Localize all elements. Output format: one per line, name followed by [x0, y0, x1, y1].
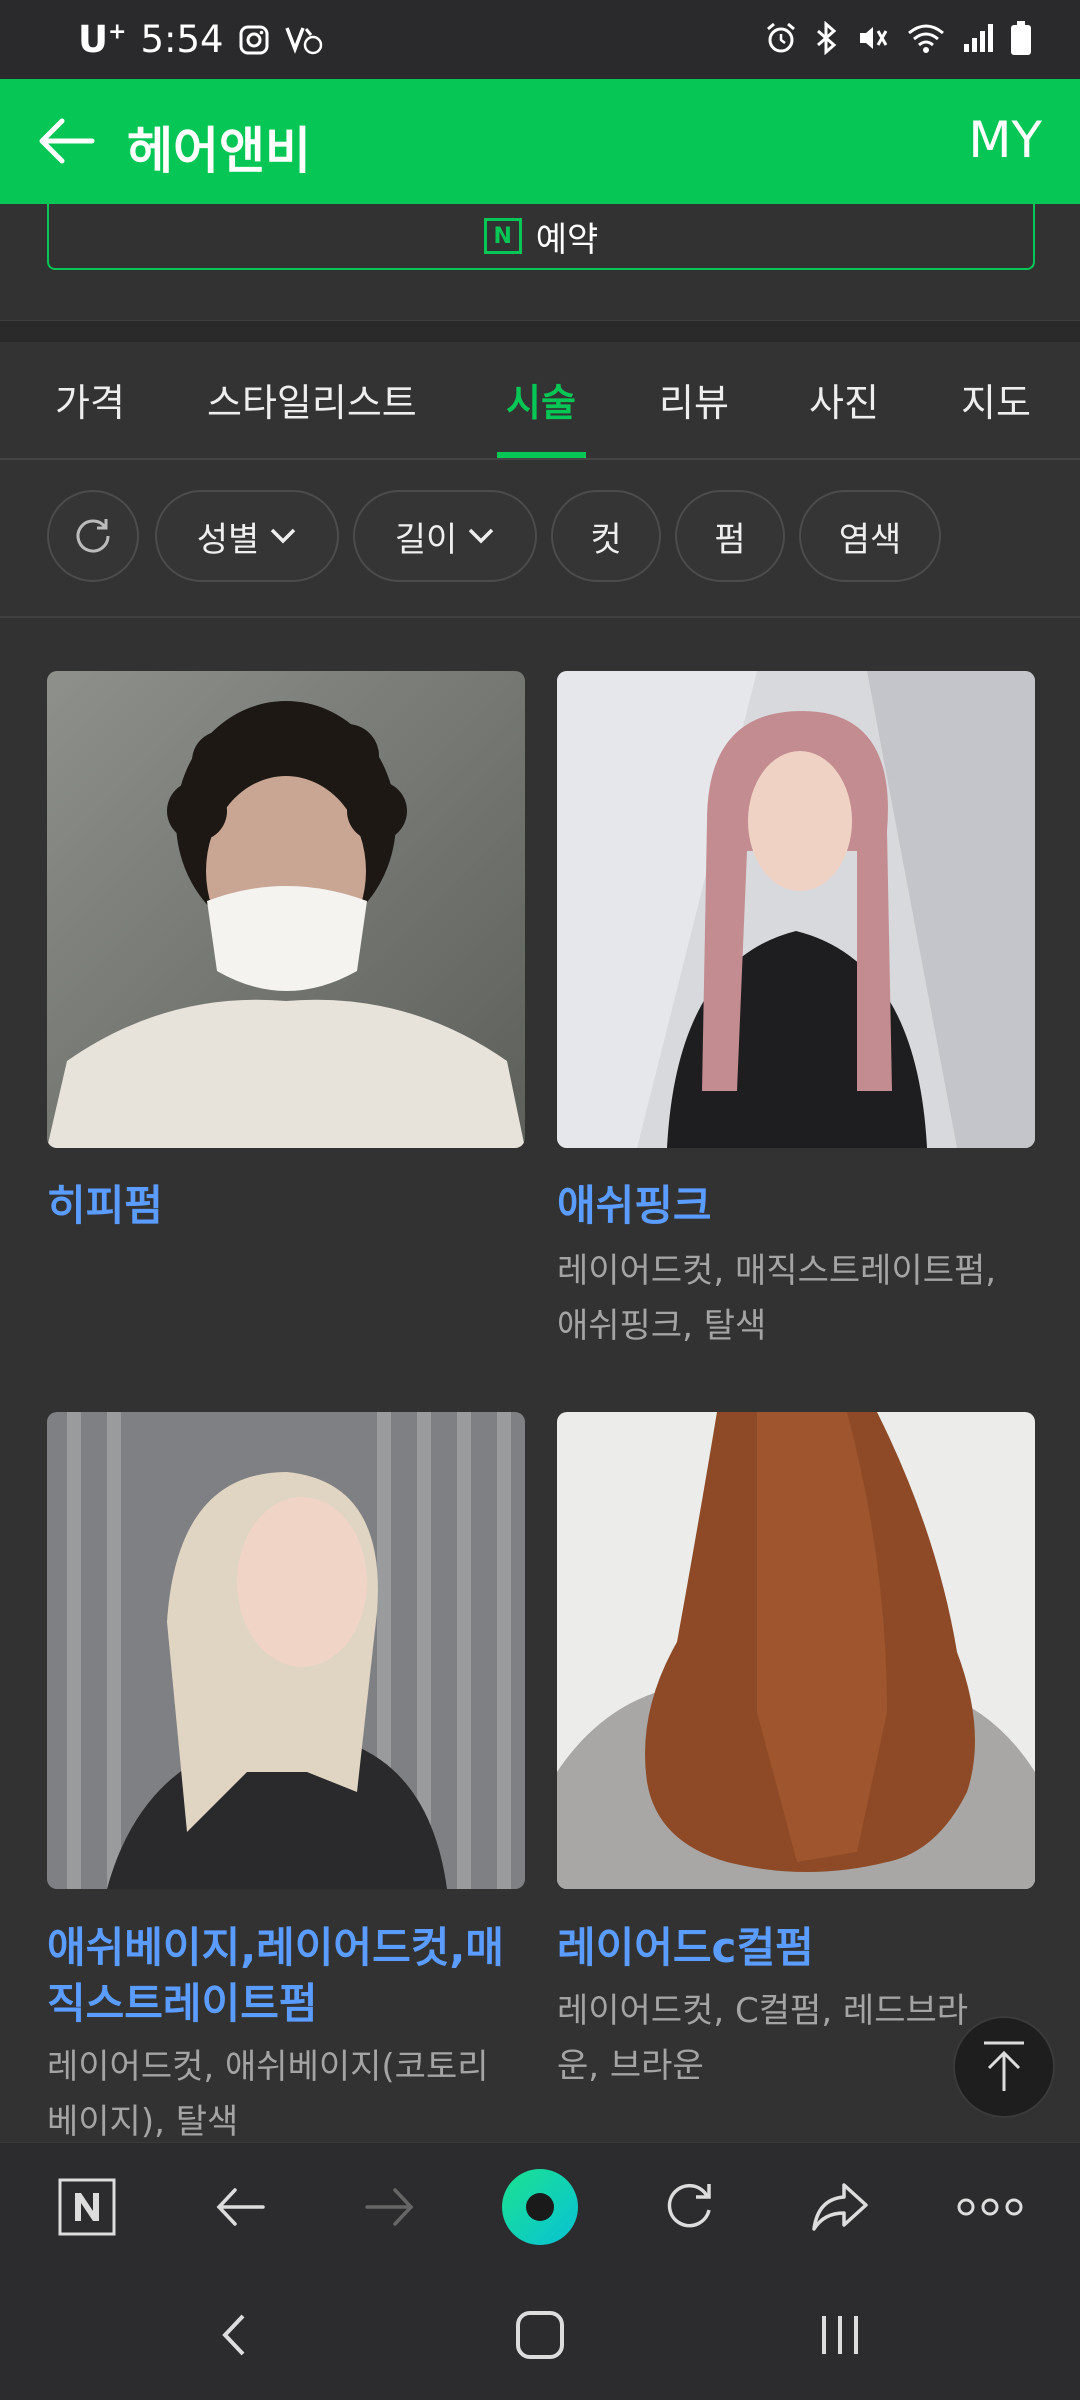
style-image-1[interactable]	[47, 671, 525, 1148]
tab-bar: 가격 스타일리스트 시술 리뷰 사진 지도	[0, 342, 1080, 460]
arrow-right-icon	[365, 2188, 414, 2226]
tab-treatment[interactable]: 시술	[506, 372, 576, 427]
green-dot-button[interactable]	[500, 2167, 580, 2247]
alarm-icon	[767, 22, 795, 53]
filter-reset-button[interactable]	[47, 490, 139, 582]
filter-gender-label: 성별	[196, 519, 260, 560]
filter-length[interactable]: 길이	[353, 490, 537, 582]
photo-ash-pink	[557, 671, 1035, 1148]
style-title-1[interactable]: 히피펌	[47, 1178, 525, 1234]
signal-icon	[964, 24, 993, 52]
recents-icon	[822, 2316, 858, 2354]
app-header: 헤어앤비 MY	[0, 79, 1080, 204]
reserve-button[interactable]: N 예약	[47, 204, 1035, 270]
refresh-button[interactable]	[650, 2167, 730, 2247]
filter-gender[interactable]: 성별	[155, 490, 339, 582]
browser-back-button[interactable]	[200, 2167, 280, 2247]
refresh-icon	[667, 2183, 711, 2228]
tab-review[interactable]: 리뷰	[659, 372, 729, 427]
style-tags-2: 레이어드컷, 매직스트레이트펌, 애쉬핑크, 탈색	[557, 1251, 997, 1346]
bluetooth-icon	[817, 21, 837, 55]
home-square-icon	[516, 2311, 564, 2359]
filter-length-label: 길이	[394, 519, 458, 560]
status-bar: U+ 5:54	[0, 0, 1080, 79]
browser-forward-button[interactable]	[350, 2167, 430, 2247]
style-title-3[interactable]: 애쉬베이지,레이어드컷,매직스트레이트펌	[47, 1920, 525, 2032]
my-button[interactable]: MY	[968, 111, 1042, 169]
more-icon	[957, 2198, 1023, 2216]
style-image-3[interactable]	[47, 1412, 525, 1889]
browser-toolbar	[0, 2142, 1080, 2270]
app-title: 헤어앤비	[127, 122, 311, 180]
style-title-2[interactable]: 애쉬핑크	[557, 1178, 1035, 1234]
volte-icon	[284, 26, 322, 54]
style-tags-4: 레이어드컷, C컬펌, 레드브라운, 브라운	[557, 1991, 969, 2086]
filter-color[interactable]: 염색	[799, 490, 941, 582]
scroll-to-top-button[interactable]	[953, 2016, 1055, 2118]
tab-stylist[interactable]: 스타일리스트	[207, 372, 417, 427]
chevron-down-icon	[469, 528, 494, 544]
nav-back-button[interactable]	[195, 2300, 275, 2370]
reserve-section: N 예약	[0, 204, 1080, 320]
filter-perm[interactable]: 펌	[675, 490, 785, 582]
filter-cut[interactable]: 컷	[551, 490, 661, 582]
arrow-up-icon	[984, 2041, 1024, 2091]
chevron-down-icon	[271, 528, 296, 544]
nav-recents-button[interactable]	[800, 2300, 880, 2370]
battery-icon	[1011, 21, 1031, 55]
style-image-2[interactable]	[557, 671, 1035, 1148]
clock: 5:54	[140, 18, 224, 61]
style-title-4[interactable]: 레이어드c컬펌	[557, 1920, 1035, 1976]
section-divider	[0, 320, 1080, 342]
back-arrow-icon[interactable]	[34, 109, 98, 173]
style-image-4[interactable]	[557, 1412, 1035, 1889]
filter-cut-label: 컷	[590, 519, 622, 560]
active-tab-indicator	[497, 452, 586, 458]
tab-photo[interactable]: 사진	[809, 372, 879, 427]
instagram-icon	[239, 25, 269, 54]
tab-map[interactable]: 지도	[961, 372, 1031, 427]
style-tags-3: 레이어드컷, 애쉬베이지(코토리베이지), 탈색	[47, 2047, 489, 2142]
system-nav-bar	[0, 2270, 1080, 2400]
arrow-left-icon	[216, 2188, 265, 2226]
nav-home-button[interactable]	[500, 2300, 580, 2370]
tab-price[interactable]: 가격	[55, 372, 125, 427]
photo-curly-perm	[47, 671, 525, 1148]
naver-icon: N	[483, 218, 522, 254]
greendot-icon	[502, 2169, 578, 2245]
carrier-label: U+	[78, 18, 127, 61]
mute-icon	[860, 27, 888, 49]
more-button[interactable]	[950, 2167, 1030, 2247]
reserve-label: 예약	[535, 219, 599, 260]
naver-home-button[interactable]	[47, 2167, 127, 2247]
photo-ash-beige	[47, 1412, 525, 1889]
share-icon	[812, 2183, 868, 2231]
refresh-icon	[76, 519, 110, 553]
chevron-left-icon	[222, 2314, 245, 2356]
filter-perm-label: 펌	[714, 519, 746, 560]
naver-icon	[58, 2178, 116, 2236]
share-button[interactable]	[800, 2167, 880, 2247]
photo-layered-c-curl	[557, 1412, 1035, 1889]
filter-bar: 성별 길이 컷 펌 염색	[0, 460, 1080, 618]
filter-color-label: 염색	[838, 519, 902, 560]
wifi-icon	[908, 24, 944, 53]
